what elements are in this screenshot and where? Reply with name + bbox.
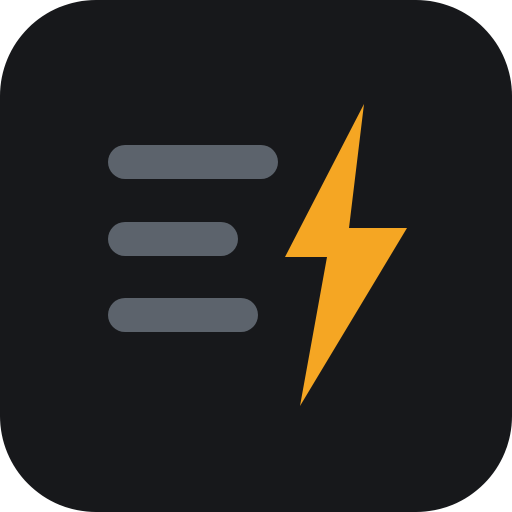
list-line-middle xyxy=(108,222,238,256)
app-icon xyxy=(0,0,512,512)
list-line-bottom xyxy=(108,298,258,332)
list-line-top xyxy=(108,145,278,179)
icon-tile-background xyxy=(0,0,512,512)
